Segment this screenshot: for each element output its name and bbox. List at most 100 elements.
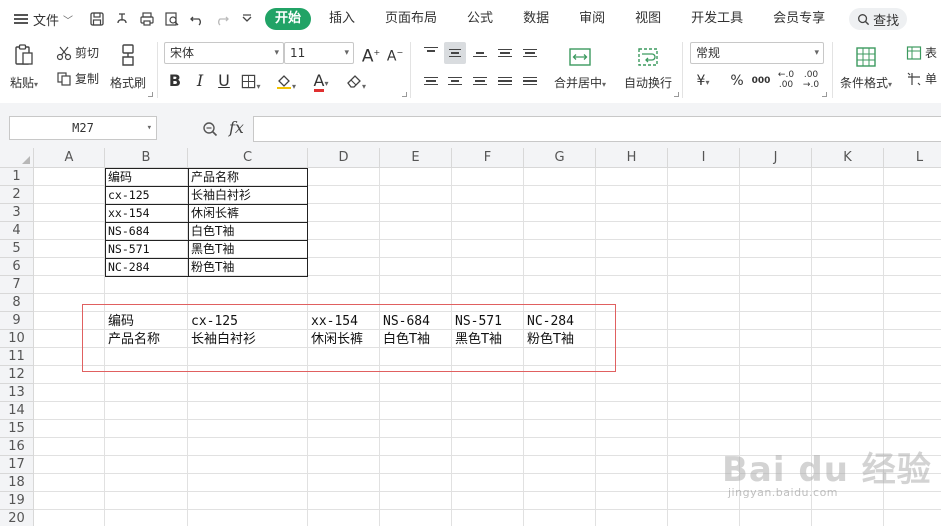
- cloud-sync-icon[interactable]: [109, 7, 134, 31]
- underline-button[interactable]: U: [213, 70, 235, 92]
- row-header-8[interactable]: 8: [0, 294, 34, 312]
- cell-c6[interactable]: 粉色T袖: [188, 258, 308, 276]
- cell-f10[interactable]: 黑色T袖: [452, 331, 524, 349]
- insert-function-button[interactable]: fx: [229, 118, 244, 137]
- name-box[interactable]: M27 ▾: [9, 116, 157, 140]
- row-header-19[interactable]: 19: [0, 492, 34, 510]
- align-middle-button[interactable]: [444, 42, 466, 64]
- cell-g9[interactable]: NC-284: [524, 313, 596, 331]
- cell-b2[interactable]: cx-125: [105, 186, 188, 204]
- zoom-icon[interactable]: [202, 121, 218, 137]
- thousands-separator-button[interactable]: 000: [750, 70, 772, 92]
- cell-c2[interactable]: 长袖白衬衫: [188, 186, 308, 204]
- column-header-l[interactable]: L: [884, 148, 941, 168]
- row-header-13[interactable]: 13: [0, 384, 34, 402]
- spreadsheet-grid[interactable]: A B C D E F G H I J K L 1 2 3 4 5 6 7 8 …: [0, 148, 941, 526]
- format-painter-button[interactable]: 格式刷: [110, 42, 146, 91]
- cell-g10[interactable]: 粉色T袖: [524, 331, 596, 349]
- row-header-17[interactable]: 17: [0, 456, 34, 474]
- cell-c4[interactable]: 白色T袖: [188, 222, 308, 240]
- file-menu[interactable]: 文件 ﹀: [0, 0, 84, 38]
- cell-b1[interactable]: 编码: [105, 168, 188, 186]
- undo-icon[interactable]: [184, 7, 209, 31]
- row-header-4[interactable]: 4: [0, 222, 34, 240]
- tab-home[interactable]: 开始: [265, 8, 312, 30]
- cell-d9[interactable]: xx-154: [308, 313, 380, 331]
- cut-button[interactable]: 剪切: [56, 44, 99, 61]
- formula-input[interactable]: [253, 116, 941, 142]
- decrease-decimal-button[interactable]: .00 →.0: [800, 70, 822, 92]
- align-center-button[interactable]: [444, 70, 466, 92]
- conditional-format-button[interactable]: 条件格式▾: [840, 44, 892, 91]
- cell-c1[interactable]: 产品名称: [188, 168, 308, 186]
- cell-b6[interactable]: NC-284: [105, 258, 188, 276]
- percent-button[interactable]: %: [726, 70, 748, 92]
- currency-button[interactable]: ¥▾: [692, 70, 714, 92]
- column-header-g[interactable]: G: [524, 148, 596, 168]
- cell-b3[interactable]: xx-154: [105, 204, 188, 222]
- row-header-14[interactable]: 14: [0, 402, 34, 420]
- number-format-select[interactable]: 常规 ▾: [690, 42, 824, 64]
- cell-b4[interactable]: NS-684: [105, 222, 188, 240]
- row-header-11[interactable]: 11: [0, 348, 34, 366]
- print-preview-icon[interactable]: [159, 7, 184, 31]
- column-header-e[interactable]: E: [380, 148, 452, 168]
- cell-b10[interactable]: 产品名称: [105, 331, 188, 349]
- paste-button[interactable]: 粘贴▾: [10, 42, 38, 91]
- column-header-f[interactable]: F: [452, 148, 524, 168]
- copy-button[interactable]: 复制: [56, 70, 99, 87]
- row-header-6[interactable]: 6: [0, 258, 34, 276]
- font-grow-button[interactable]: A+: [360, 42, 382, 67]
- save-icon[interactable]: [84, 7, 109, 31]
- column-header-d[interactable]: D: [308, 148, 380, 168]
- print-icon[interactable]: [134, 7, 159, 31]
- number-group-launcher[interactable]: [822, 92, 827, 97]
- align-right-button[interactable]: [469, 70, 491, 92]
- font-name-select[interactable]: 宋体 ▾: [164, 42, 284, 64]
- row-header-18[interactable]: 18: [0, 474, 34, 492]
- tab-page-layout[interactable]: 页面布局: [373, 8, 449, 30]
- cell-c9[interactable]: cx-125: [188, 313, 308, 331]
- column-header-h[interactable]: H: [596, 148, 668, 168]
- align-top-button[interactable]: [420, 40, 442, 62]
- customize-toolbar-icon[interactable]: [234, 7, 259, 31]
- redo-icon[interactable]: [209, 7, 234, 31]
- cell-b9[interactable]: 编码: [105, 313, 188, 331]
- tab-developer[interactable]: 开发工具: [679, 8, 755, 30]
- select-all-corner[interactable]: [0, 148, 34, 168]
- decrease-indent-button[interactable]: [494, 42, 516, 64]
- increase-decimal-button[interactable]: ←.0.00: [775, 70, 797, 92]
- cell-e9[interactable]: NS-684: [380, 313, 452, 331]
- row-header-15[interactable]: 15: [0, 420, 34, 438]
- row-header-1[interactable]: 1: [0, 168, 34, 186]
- row-header-7[interactable]: 7: [0, 276, 34, 294]
- clear-format-button[interactable]: ▾: [345, 70, 367, 92]
- tab-insert[interactable]: 插入: [317, 8, 367, 30]
- wrap-text-button[interactable]: 自动换行: [624, 44, 672, 91]
- cell-e10[interactable]: 白色T袖: [380, 331, 452, 349]
- tab-member[interactable]: 会员专享: [761, 8, 837, 30]
- column-header-c[interactable]: C: [188, 148, 308, 168]
- row-header-12[interactable]: 12: [0, 366, 34, 384]
- column-header-j[interactable]: J: [740, 148, 812, 168]
- row-header-20[interactable]: 20: [0, 510, 34, 526]
- font-color-button[interactable]: A▾: [310, 70, 332, 92]
- italic-button[interactable]: I: [189, 70, 211, 92]
- increase-indent-button[interactable]: [519, 42, 541, 64]
- alignment-group-launcher[interactable]: [674, 92, 679, 97]
- tab-formulas[interactable]: 公式: [455, 8, 505, 30]
- borders-button[interactable]: ▾: [240, 70, 262, 92]
- align-left-button[interactable]: [420, 70, 442, 92]
- cell-f9[interactable]: NS-571: [452, 313, 524, 331]
- row-header-2[interactable]: 2: [0, 186, 34, 204]
- bold-button[interactable]: B: [164, 70, 186, 92]
- font-shrink-button[interactable]: A−: [384, 42, 406, 65]
- row-header-10[interactable]: 10: [0, 330, 34, 348]
- row-header-5[interactable]: 5: [0, 240, 34, 258]
- align-bottom-button[interactable]: [469, 42, 491, 64]
- table-style-button[interactable]: 表: [906, 44, 937, 61]
- clipboard-group-launcher[interactable]: [148, 92, 153, 97]
- search-button[interactable]: 查找: [849, 8, 908, 30]
- tab-view[interactable]: 视图: [623, 8, 673, 30]
- font-group-launcher[interactable]: [402, 92, 407, 97]
